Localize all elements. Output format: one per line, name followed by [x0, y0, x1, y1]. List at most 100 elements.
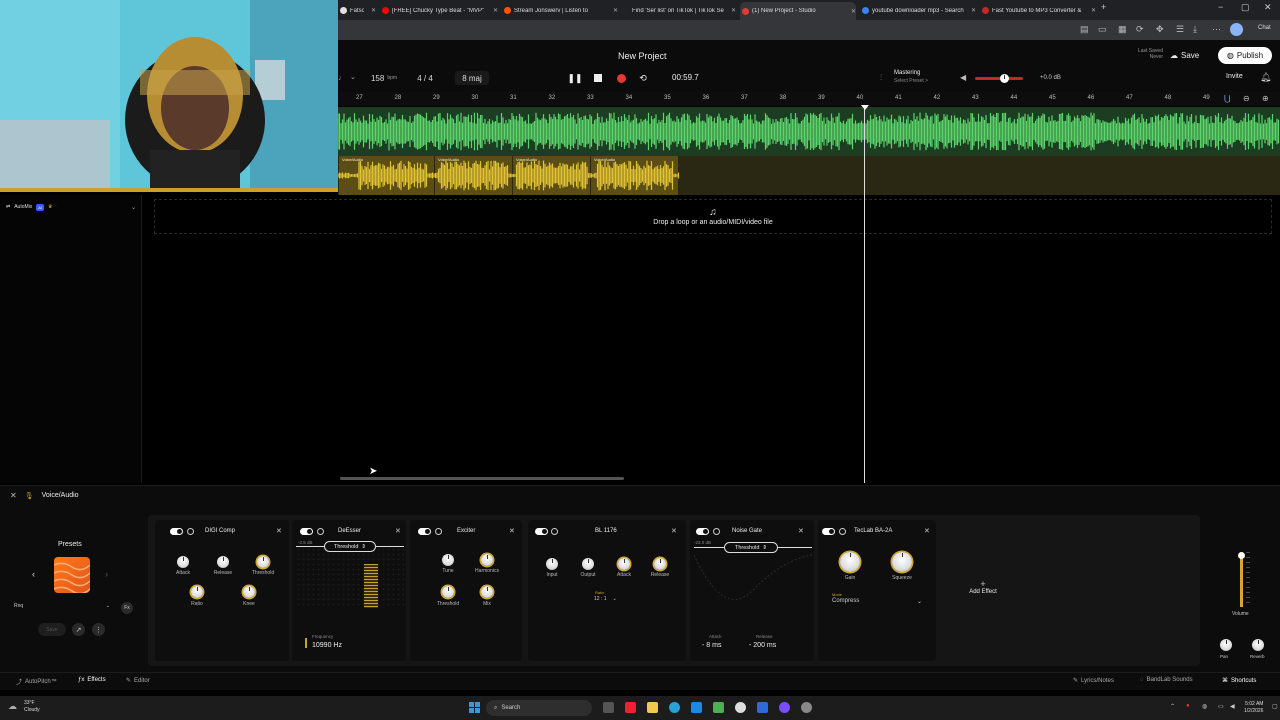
close-tab-icon[interactable]: ✕	[613, 7, 618, 14]
screen-icon[interactable]: ▭	[1098, 24, 1107, 35]
effect-toggle[interactable]	[535, 528, 548, 535]
grid-icon[interactable]: ▦	[1118, 24, 1127, 35]
volume-icon[interactable]: ◀	[1230, 703, 1235, 710]
app-icon[interactable]	[779, 702, 790, 713]
key-selector[interactable]: 8 maj	[455, 71, 489, 85]
mode-dropdown[interactable]: Compress ⌄	[832, 598, 922, 605]
attack-knob[interactable]	[618, 558, 630, 570]
release-knob[interactable]	[217, 556, 229, 568]
close-tab-icon[interactable]: ✕	[1091, 7, 1096, 14]
zoom-in-icon[interactable]: ⊕	[1262, 94, 1269, 103]
refresh-icon[interactable]: ⟳	[1136, 24, 1144, 35]
maximize-icon[interactable]: ▢	[1241, 2, 1250, 13]
effect-toggle[interactable]	[822, 528, 835, 535]
record-button[interactable]	[614, 71, 628, 85]
release-knob[interactable]	[654, 558, 666, 570]
power-icon[interactable]	[551, 528, 558, 535]
close-tab-icon[interactable]: ✕	[731, 7, 736, 14]
power-icon[interactable]	[713, 528, 720, 535]
input-knob[interactable]	[546, 558, 558, 570]
magnet-icon[interactable]: ⋃	[1224, 94, 1231, 103]
share-preset-button[interactable]: ↗	[72, 623, 85, 636]
store-icon[interactable]	[691, 702, 702, 713]
preset-thumbnail[interactable]	[54, 557, 90, 593]
settings-icon[interactable]: ⋯	[1212, 24, 1221, 35]
tab-shortcuts[interactable]: ⌘ Shortcuts	[1222, 677, 1256, 685]
notification-icon[interactable]: ▢	[1272, 703, 1278, 710]
chevron-left-icon[interactable]: ‹	[32, 569, 35, 579]
download-icon[interactable]: ⤓	[1193, 24, 1197, 35]
close-tab-icon[interactable]: ✕	[971, 7, 976, 14]
close-icon[interactable]: ✕	[276, 527, 282, 535]
track-1-waveform[interactable]	[338, 107, 1280, 156]
horizontal-scrollbar[interactable]	[340, 477, 624, 480]
extensions-icon[interactable]: ✥	[1156, 24, 1164, 35]
tab-effects[interactable]: ƒx Effects	[78, 677, 106, 683]
bell-icon[interactable]: 🔔︎	[1260, 72, 1271, 83]
loop-button[interactable]: ⟲	[636, 71, 650, 85]
close-icon[interactable]: ✕	[798, 527, 804, 535]
tray-icon[interactable]: ◍	[1202, 703, 1207, 710]
project-title[interactable]: New Project	[618, 51, 667, 61]
close-window-icon[interactable]: ✕	[1264, 2, 1272, 13]
slider-handle[interactable]	[999, 74, 1009, 83]
release-value[interactable]: - 200 ms	[749, 642, 776, 649]
close-icon[interactable]: ✕	[509, 527, 515, 535]
stop-button[interactable]	[591, 71, 605, 85]
chevron-down-icon[interactable]: ⌄	[131, 204, 136, 211]
tab-autopitch[interactable]: ⤴ AutoPitch™	[16, 677, 57, 687]
chevron-up-icon[interactable]: ⌃	[1170, 703, 1175, 710]
playhead-marker[interactable]	[861, 105, 869, 110]
tab-bandlab-sounds[interactable]: ◌ BandLab Sounds	[1140, 677, 1193, 683]
taskbar-search[interactable]: ⌕ Search	[486, 700, 592, 716]
power-icon[interactable]	[435, 528, 442, 535]
reverb-knob[interactable]	[1252, 639, 1264, 651]
tune-knob[interactable]	[442, 554, 454, 566]
browser-tab[interactable]: Fast Youtube to MP3 Converter & ✕	[980, 3, 1096, 18]
weather-widget[interactable]: 33°F Cloudy	[24, 700, 40, 714]
close-icon[interactable]: ✕	[924, 527, 930, 535]
app-icon[interactable]	[757, 702, 768, 713]
effect-card-teclab-ba2a[interactable]: TecLab BA-2A ✕ Gain Squeeze Mode Compres…	[818, 520, 936, 661]
browser-tab[interactable]: Find 'Ser list' on TikTok | TikTok Se ✕	[620, 3, 736, 18]
browser-tab[interactable]: (1) New Project - Studio ✕	[740, 2, 856, 20]
invite-button[interactable]: Invite	[1226, 73, 1243, 80]
taskbar-clock[interactable]: 5:02 AM 1/2/2026	[1244, 701, 1263, 715]
close-tab-icon[interactable]: ✕	[851, 8, 856, 15]
mastering-selector[interactable]: ⫶ Mastering Select Preset >	[878, 70, 940, 86]
new-tab-icon[interactable]: +	[1101, 2, 1106, 12]
task-view-icon[interactable]	[603, 702, 614, 713]
attack-knob[interactable]	[177, 556, 189, 568]
close-icon[interactable]: ✕	[10, 491, 17, 500]
chat-button[interactable]: Chat	[1258, 25, 1271, 31]
track-2-lane[interactable]: Voice/Audio Voice/Audio Voice/Audio Voic…	[338, 156, 1280, 195]
metronome-icon[interactable]: ♩	[338, 73, 346, 82]
pan-knob[interactable]	[1220, 639, 1232, 651]
close-icon[interactable]: ✕	[395, 527, 401, 535]
effect-card-deesser[interactable]: DeEsser ✕ -2.5 dB Threshold ⇕ Frequency …	[292, 520, 406, 661]
edge-icon[interactable]	[669, 702, 680, 713]
effect-toggle[interactable]	[418, 528, 431, 535]
minimize-icon[interactable]: −	[1218, 2, 1223, 12]
frequency-value[interactable]: 10990 Hz	[312, 642, 342, 649]
ratio-knob[interactable]	[191, 586, 203, 598]
preset-dropdown[interactable]: Rnq ⌄	[14, 603, 110, 609]
network-icon[interactable]: ▭	[1218, 703, 1224, 710]
time-signature[interactable]: 4 / 4	[410, 71, 440, 85]
app-icon[interactable]	[801, 702, 812, 713]
gain-knob[interactable]	[840, 552, 860, 572]
chevron-down-icon[interactable]: ⌄	[350, 73, 356, 81]
effect-toggle[interactable]	[696, 528, 709, 535]
save-preset-button[interactable]: Save	[38, 623, 66, 636]
frequency-band[interactable]	[364, 564, 378, 608]
power-icon[interactable]	[187, 528, 194, 535]
timeline-ruler[interactable]: ⋃ ⊖ ⊕ 27 28 29 30 31 32 33 34 35 36 37 38 39 40 41 42 43…	[338, 92, 1280, 106]
zoom-out-icon[interactable]: ⊖	[1243, 94, 1250, 103]
more-options-button[interactable]: ⋮	[92, 623, 105, 636]
chrome-icon[interactable]	[735, 702, 746, 713]
volume-handle[interactable]	[1238, 552, 1245, 559]
fx-button[interactable]: Fx	[121, 602, 133, 614]
browser-tab[interactable]: [FREE] Chucky Type Beat - "MVP" ✕	[380, 3, 498, 18]
speaker-icon[interactable]: ◀	[960, 73, 966, 82]
close-tab-icon[interactable]: ✕	[493, 7, 498, 14]
